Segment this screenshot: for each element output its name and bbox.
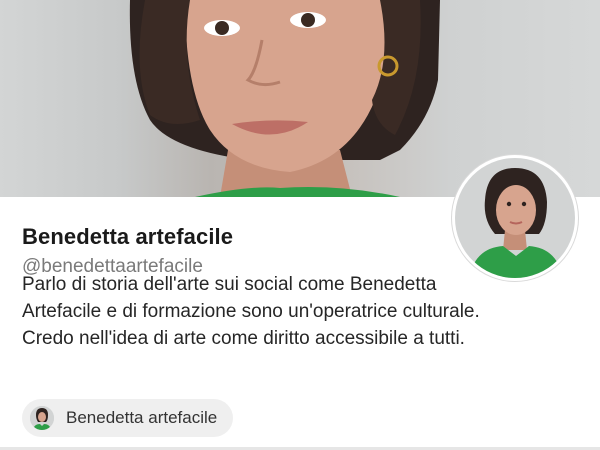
bio-line: Artefacile e di formazione sono un'opera… bbox=[22, 301, 480, 322]
bio-line: Credo nell'idea di arte come diritto acc… bbox=[22, 328, 465, 349]
profile-avatar-icon bbox=[30, 406, 54, 430]
profile-display-name: Benedetta artefacile bbox=[22, 224, 234, 249]
account-chip[interactable]: Benedetta artefacile bbox=[22, 399, 234, 437]
profile-bio: Parlo di storia dell'arte sui social com… bbox=[22, 271, 582, 352]
account-chip-label: Benedetta artefacile bbox=[66, 408, 218, 427]
profile-avatar[interactable] bbox=[452, 155, 578, 281]
avatar-portrait-illustration bbox=[455, 158, 575, 278]
bio-line: Parlo di storia dell'arte sui social com… bbox=[22, 274, 437, 295]
